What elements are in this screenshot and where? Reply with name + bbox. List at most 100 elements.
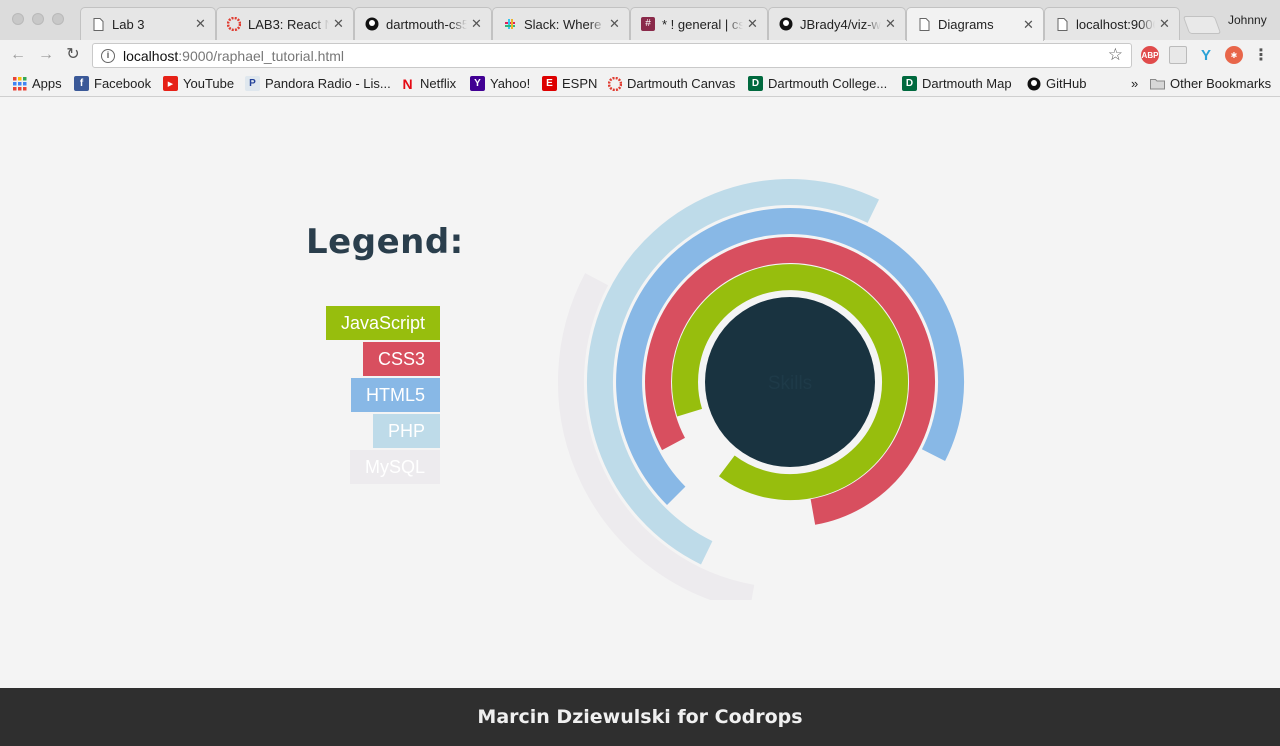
skills-radial-chart: Skills <box>557 179 965 600</box>
close-tab-icon[interactable]: ✕ <box>1023 17 1035 33</box>
bookmark-label: Dartmouth Map <box>922 76 1012 91</box>
legend-item-html5[interactable]: HTML5 <box>351 378 440 412</box>
bookmark-other[interactable]: Other Bookmarks <box>1150 75 1271 92</box>
bookmark-dartmouth-map[interactable]: D Dartmouth Map <box>902 75 1012 92</box>
reload-icon[interactable]: ↻ <box>63 45 83 65</box>
legend-label: JavaScript <box>340 313 426 333</box>
dartmouth-icon: D <box>748 76 763 91</box>
legend-title: Legend: <box>306 222 464 262</box>
tab-title: localhost:9000 <box>1076 16 1155 32</box>
bookmark-espn[interactable]: E ESPN <box>542 75 597 92</box>
toolbar: ← → ↻ i localhost :9000/raphael_tutorial… <box>0 40 1280 70</box>
zoom-window-button[interactable] <box>52 13 64 25</box>
close-tab-icon[interactable]: ✕ <box>333 16 345 32</box>
close-tab-icon[interactable]: ✕ <box>471 16 483 32</box>
bookmark-label: Facebook <box>94 76 152 91</box>
canvas-icon <box>607 76 622 91</box>
tab-lab3[interactable]: Lab 3 ✕ <box>80 7 216 40</box>
close-tab-icon[interactable]: ✕ <box>885 16 897 32</box>
address-bar[interactable]: i localhost :9000/raphael_tutorial.html … <box>92 43 1132 68</box>
tab-lab3-react-native[interactable]: LAB3: React Native ✕ <box>216 7 354 40</box>
bookmark-label: Yahoo! <box>490 76 531 91</box>
tab-title: Lab 3 <box>112 16 145 32</box>
close-tab-icon[interactable]: ✕ <box>609 16 621 32</box>
folder-icon <box>1150 76 1165 91</box>
netflix-icon: N <box>402 75 413 92</box>
legend-item-javascript[interactable]: JavaScript <box>326 306 440 340</box>
bookmark-dartmouth-canvas[interactable]: Dartmouth Canvas <box>607 75 735 92</box>
canvas-icon <box>227 17 241 31</box>
yahoo-icon: Y <box>470 76 485 91</box>
legend-label: CSS3 <box>377 349 426 369</box>
github-icon <box>1026 76 1041 91</box>
footer-credit: Marcin Dziewulski for Codrops <box>477 706 803 728</box>
info-icon[interactable]: i <box>101 48 115 63</box>
v-extension-icon[interactable]: Y <box>1197 46 1215 64</box>
bookmark-label: Dartmouth College... <box>768 76 888 91</box>
apps-grid-icon <box>12 76 27 91</box>
bookmark-pandora[interactable]: P Pandora Radio - Lis... <box>245 75 391 92</box>
tab-title: LAB3: React Native <box>248 16 329 32</box>
bookmark-apps[interactable]: Apps <box>12 75 62 92</box>
tab-title: Slack: Where work happens <box>524 16 605 32</box>
bookmark-star-icon[interactable]: ☆ <box>1108 45 1123 65</box>
bookmark-youtube[interactable]: ▶ YouTube <box>163 75 234 92</box>
tab-strip: Lab 3 ✕ LAB3: React Native ✕ dartmouth-c… <box>0 0 1280 41</box>
legend-item-css3[interactable]: CSS3 <box>363 342 440 376</box>
espn-icon: E <box>542 76 557 91</box>
close-window-button[interactable] <box>12 13 24 25</box>
youtube-icon: ▶ <box>163 76 178 91</box>
bookmark-label: GitHub <box>1046 76 1087 91</box>
bookmark-yahoo[interactable]: Y Yahoo! <box>470 75 530 92</box>
bookmark-netflix[interactable]: N Netflix <box>400 75 456 92</box>
minimize-window-button[interactable] <box>32 13 44 25</box>
tab-slack[interactable]: Slack: Where work happens ✕ <box>492 7 630 40</box>
legend-label: PHP <box>387 421 425 441</box>
bookmark-label: Pandora Radio - Lis... <box>265 76 391 91</box>
bookmark-label: Other Bookmarks <box>1170 76 1272 91</box>
bookmark-github[interactable]: GitHub <box>1026 75 1086 92</box>
tab-diagrams[interactable]: Diagrams ✕ <box>906 7 1044 41</box>
tab-title: * ! general | cs52 <box>662 16 743 32</box>
facebook-icon: f <box>74 76 89 91</box>
bookmark-facebook[interactable]: f Facebook <box>74 75 151 92</box>
bookmark-label: Dartmouth Canvas <box>627 76 736 91</box>
bookmark-label: Apps <box>32 76 62 91</box>
tab-viz-workshop[interactable]: JBrady4/viz-workshop ✕ <box>768 7 906 40</box>
legend-label: MySQL <box>364 457 425 477</box>
tab-dartmouth-cs52[interactable]: dartmouth-cs52 ✕ <box>354 7 492 40</box>
page-icon <box>917 18 931 32</box>
github-icon <box>779 17 793 31</box>
bookmark-label: YouTube <box>183 76 235 91</box>
back-arrow-icon[interactable]: ← <box>8 45 28 65</box>
new-tab-button[interactable] <box>1182 16 1222 34</box>
slack-channel-icon: # <box>641 17 655 31</box>
forward-arrow-icon[interactable]: → <box>36 45 56 65</box>
legend-label: HTML5 <box>365 385 425 405</box>
page-icon <box>91 17 105 31</box>
url-host: localhost <box>123 47 179 64</box>
close-tab-icon[interactable]: ✕ <box>195 16 207 32</box>
puzzle-extension-icon[interactable]: ✱ <box>1225 46 1243 64</box>
legend-item-mysql[interactable]: MySQL <box>350 450 440 484</box>
document-extension-icon[interactable] <box>1169 46 1187 64</box>
bookmark-dartmouth-college[interactable]: D Dartmouth College... <box>748 75 887 92</box>
dartmouth-icon: D <box>902 76 917 91</box>
tab-title: Diagrams <box>938 17 994 32</box>
tab-title: JBrady4/viz-workshop <box>800 16 881 32</box>
url-path: :9000/raphael_tutorial.html <box>178 47 345 64</box>
adblock-icon[interactable]: ABP <box>1141 46 1159 64</box>
tab-localhost[interactable]: localhost:9000 ✕ <box>1044 7 1180 40</box>
close-tab-icon[interactable]: ✕ <box>1159 16 1171 32</box>
tab-title: dartmouth-cs52 <box>386 16 467 32</box>
profile-name[interactable]: Johnny <box>1228 13 1267 27</box>
page-icon <box>1055 17 1069 31</box>
bookmarks-bar: Apps f Facebook ▶ YouTube P Pandora Radi… <box>0 70 1280 97</box>
tab-slack-general[interactable]: # * ! general | cs52 ✕ <box>630 7 768 40</box>
footer: Marcin Dziewulski for Codrops <box>0 688 1280 746</box>
close-tab-icon[interactable]: ✕ <box>747 16 759 32</box>
bookmark-label: Netflix <box>420 76 457 91</box>
menu-icon[interactable]: ⋮ <box>1252 46 1270 64</box>
legend-item-php[interactable]: PHP <box>373 414 440 448</box>
more-bookmarks-chevron-icon[interactable]: » <box>1131 75 1138 92</box>
